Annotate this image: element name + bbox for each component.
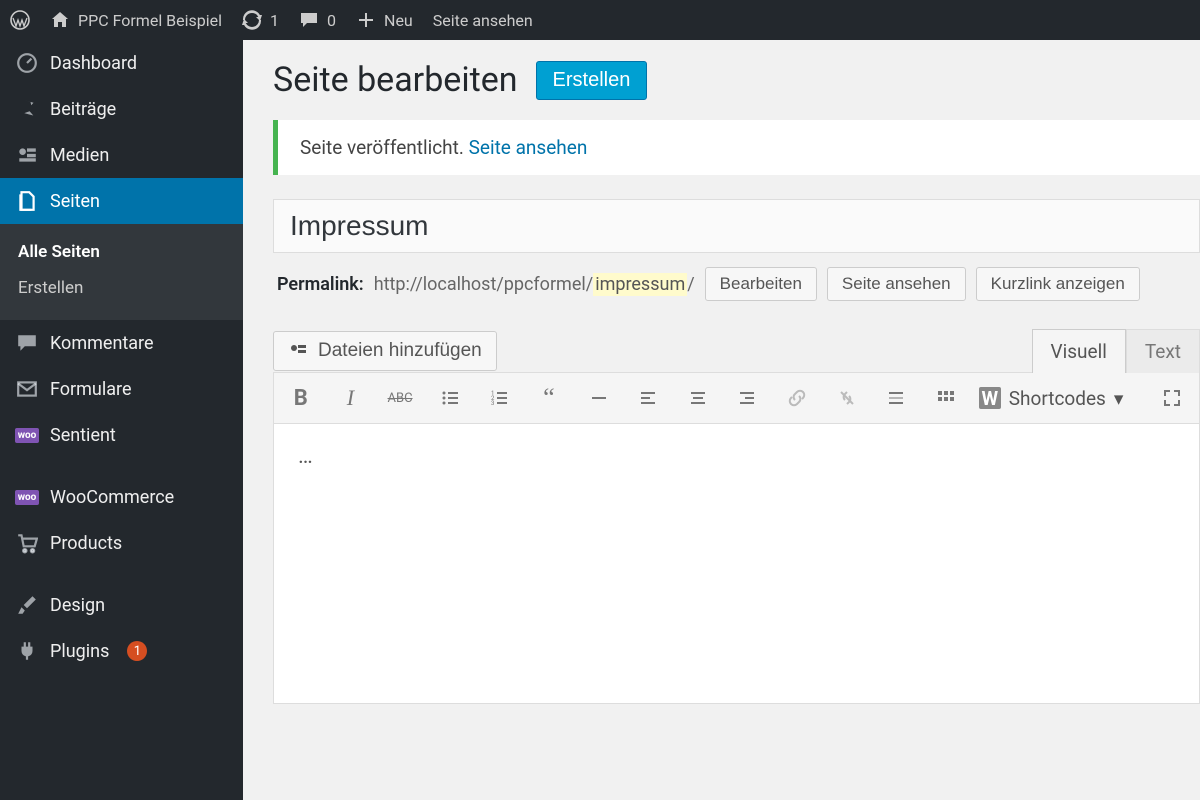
create-button[interactable]: Erstellen xyxy=(536,61,648,100)
title-input[interactable] xyxy=(273,199,1200,253)
fullscreen-button[interactable] xyxy=(1155,381,1189,415)
svg-text:3: 3 xyxy=(491,400,494,407)
updates-count: 1 xyxy=(270,11,279,30)
page-title: Seite bearbeiten xyxy=(273,60,518,100)
align-left-button[interactable] xyxy=(631,381,665,415)
menu-label: Design xyxy=(50,595,105,616)
bullet-list-button[interactable] xyxy=(433,381,467,415)
media-icon xyxy=(288,341,308,361)
site-name: PPC Formel Beispiel xyxy=(78,11,222,30)
menu-forms[interactable]: Formulare xyxy=(0,366,243,412)
editor-content[interactable]: … xyxy=(273,424,1200,704)
site-name-link[interactable]: PPC Formel Beispiel xyxy=(50,10,222,30)
menu-dashboard[interactable]: Dashboard xyxy=(0,40,243,86)
woocommerce-icon: woo xyxy=(16,486,38,508)
menu-woocommerce[interactable]: woo WooCommerce xyxy=(0,474,243,520)
align-center-button[interactable] xyxy=(681,381,715,415)
shortcodes-icon: W xyxy=(979,387,1001,409)
comments-link[interactable]: 0 xyxy=(299,10,336,30)
notice-text: Seite veröffentlicht. xyxy=(300,136,469,159)
plug-icon xyxy=(16,640,38,662)
view-site-link[interactable]: Seite ansehen xyxy=(433,11,533,30)
updates-link[interactable]: 1 xyxy=(242,10,279,30)
add-media-label: Dateien hinzufügen xyxy=(318,340,482,362)
comments-count: 0 xyxy=(327,11,336,30)
unlink-button[interactable] xyxy=(830,381,864,415)
update-icon xyxy=(242,10,262,30)
success-notice: Seite veröffentlicht. Seite ansehen xyxy=(273,120,1200,175)
submenu-new-page[interactable]: Erstellen xyxy=(0,270,243,306)
more-button[interactable] xyxy=(880,381,914,415)
wp-logo[interactable] xyxy=(10,10,30,30)
menu-label: Beiträge xyxy=(50,99,116,120)
menu-plugins[interactable]: Plugins 1 xyxy=(0,628,243,674)
permalink-label: Permalink: xyxy=(277,274,364,295)
submenu-all-pages[interactable]: Alle Seiten xyxy=(0,234,243,270)
menu-label: Medien xyxy=(50,145,109,166)
cart-icon xyxy=(16,532,38,554)
envelope-icon xyxy=(16,378,38,400)
bold-button[interactable]: B xyxy=(284,381,318,415)
menu-sentient[interactable]: woo Sentient xyxy=(0,412,243,458)
main-content: Seite bearbeiten Erstellen Seite veröffe… xyxy=(243,40,1200,800)
brush-icon xyxy=(16,594,38,616)
view-page-button[interactable]: Seite ansehen xyxy=(827,267,966,301)
numbered-list-button[interactable]: 123 xyxy=(483,381,517,415)
menu-design[interactable]: Design xyxy=(0,582,243,628)
plus-icon xyxy=(356,10,376,30)
menu-label: Kommentare xyxy=(50,333,154,354)
chevron-down-icon: ▾ xyxy=(1114,387,1124,410)
submenu-pages: Alle Seiten Erstellen xyxy=(0,224,243,320)
menu-pages[interactable]: Seiten xyxy=(0,178,243,224)
align-right-button[interactable] xyxy=(731,381,765,415)
menu-label: Products xyxy=(50,533,122,554)
permalink-url: http://localhost/ppcformel/impressum/ xyxy=(374,274,695,295)
menu-label: WooCommerce xyxy=(50,487,174,508)
menu-label: Sentient xyxy=(50,425,116,446)
blockquote-button[interactable]: “ xyxy=(532,381,566,415)
editor-toolbar: B I ABC 123 “ W Shortcodes ▾ xyxy=(273,372,1200,424)
editor-text: … xyxy=(298,444,313,469)
pages-icon xyxy=(16,190,38,212)
strikethrough-button[interactable]: ABC xyxy=(383,381,417,415)
shortcodes-label: Shortcodes xyxy=(1009,387,1106,410)
tab-text[interactable]: Text xyxy=(1126,329,1200,373)
shortcodes-dropdown[interactable]: W Shortcodes ▾ xyxy=(979,387,1124,410)
home-icon xyxy=(50,10,70,30)
admin-sidebar: Dashboard Beiträge Medien Seiten Alle Se… xyxy=(0,40,243,800)
toolbar-toggle-button[interactable] xyxy=(929,381,963,415)
menu-label: Plugins xyxy=(50,641,109,662)
comment-icon xyxy=(16,332,38,354)
italic-button[interactable]: I xyxy=(334,381,368,415)
menu-label: Dashboard xyxy=(50,53,137,74)
comment-icon xyxy=(299,10,319,30)
menu-comments[interactable]: Kommentare xyxy=(0,320,243,366)
shortlink-button[interactable]: Kurzlink anzeigen xyxy=(976,267,1140,301)
menu-media[interactable]: Medien xyxy=(0,132,243,178)
plugins-badge: 1 xyxy=(127,641,147,661)
tab-visual[interactable]: Visuell xyxy=(1032,329,1126,373)
new-content-link[interactable]: Neu xyxy=(356,10,413,30)
media-icon xyxy=(16,144,38,166)
permalink-slug: impressum xyxy=(593,273,687,296)
menu-label: Seiten xyxy=(50,191,100,212)
wordpress-icon xyxy=(10,10,30,30)
sentient-icon: woo xyxy=(16,424,38,446)
add-media-button[interactable]: Dateien hinzufügen xyxy=(273,331,497,371)
new-label: Neu xyxy=(384,11,413,30)
pin-icon xyxy=(16,98,38,120)
view-site-label: Seite ansehen xyxy=(433,11,533,30)
hr-button[interactable] xyxy=(582,381,616,415)
notice-view-link[interactable]: Seite ansehen xyxy=(469,136,588,159)
menu-label: Formulare xyxy=(50,379,131,400)
link-button[interactable] xyxy=(780,381,814,415)
menu-products[interactable]: Products xyxy=(0,520,243,566)
menu-posts[interactable]: Beiträge xyxy=(0,86,243,132)
edit-permalink-button[interactable]: Bearbeiten xyxy=(705,267,817,301)
dashboard-icon xyxy=(16,52,38,74)
